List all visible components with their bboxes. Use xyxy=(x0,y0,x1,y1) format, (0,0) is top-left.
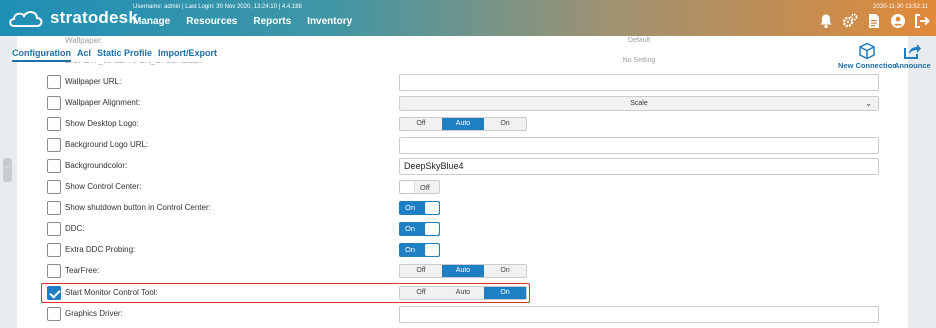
row-label: Background Logo URL: xyxy=(65,140,149,149)
toggle-knob xyxy=(425,202,439,214)
backgroundcolor-input[interactable]: DeepSkyBlue4 xyxy=(399,158,879,175)
setting-row-show-desktop-logo: Show Desktop Logo: Off Auto On xyxy=(47,116,879,134)
toggle-label: On xyxy=(405,224,416,233)
uploaded-value: No Setting xyxy=(622,57,656,64)
toggle-label: Off xyxy=(420,183,430,192)
row-label: Show shutdown button in Control Center: xyxy=(65,203,211,212)
segment-off[interactable]: Off xyxy=(400,265,442,277)
main-nav: Manage Resources Reports Inventory xyxy=(133,16,352,27)
user-info: Username: admin | Last Login: 30 Nov 202… xyxy=(133,4,302,10)
desktop-logo-segment: Off Auto On xyxy=(399,117,527,131)
row-checkbox[interactable] xyxy=(47,96,61,110)
ddc-toggle[interactable]: On xyxy=(399,222,440,236)
setting-row-shutdown-button: Show shutdown button in Control Center: … xyxy=(47,200,879,218)
config-tabs: Configuration Acl Static Profile Import/… xyxy=(12,48,224,62)
toggle-label: On xyxy=(405,203,416,212)
segment-auto[interactable]: Auto xyxy=(442,265,484,277)
scrollbar[interactable] xyxy=(908,36,936,328)
background-logo-url-input[interactable] xyxy=(399,137,879,154)
row-checkbox[interactable] xyxy=(47,75,61,89)
row-checkbox[interactable] xyxy=(47,138,61,152)
segment-off[interactable]: Off xyxy=(400,118,442,130)
row-label: Show Desktop Logo: xyxy=(65,119,139,128)
row-checkbox[interactable] xyxy=(47,180,61,194)
row-checkbox[interactable] xyxy=(47,243,61,257)
setting-row-backgroundcolor: Backgroundcolor: DeepSkyBlue4 xyxy=(47,158,879,176)
setting-row-background-logo-url: Background Logo URL: xyxy=(47,137,879,155)
announce-label: Announce xyxy=(894,61,931,70)
setting-row-show-control-center: Show Control Center: Off xyxy=(47,179,879,197)
nav-resources[interactable]: Resources xyxy=(186,16,237,27)
row-checkbox[interactable] xyxy=(47,201,61,215)
brand-name: stratodesk xyxy=(50,8,138,27)
nav-reports[interactable]: Reports xyxy=(253,16,291,27)
stratodesk-logo-icon xyxy=(9,11,43,27)
user-icon[interactable] xyxy=(890,13,906,29)
row-checkbox[interactable] xyxy=(47,222,61,236)
setting-row-graphics-driver: Graphics Driver: xyxy=(47,306,879,324)
control-center-toggle[interactable]: Off xyxy=(399,180,440,194)
row-label: Wallpaper Alignment: xyxy=(65,98,141,107)
segment-auto[interactable]: Auto xyxy=(442,118,484,130)
tab-import-export[interactable]: Import/Export xyxy=(158,48,217,62)
toggle-label: On xyxy=(405,245,416,254)
row-label: TearFree: xyxy=(65,266,100,275)
gears-icon[interactable] xyxy=(842,13,858,29)
row-label: DDC: xyxy=(65,224,85,233)
setting-row-wallpaper-alignment: Wallpaper Alignment: Scale ⌄ xyxy=(47,95,879,113)
segment-on[interactable]: On xyxy=(484,118,526,130)
graphics-driver-input[interactable] xyxy=(399,306,879,323)
header-icons xyxy=(818,13,930,29)
extra-ddc-probing-toggle[interactable]: On xyxy=(399,243,440,257)
logout-icon[interactable] xyxy=(914,13,930,29)
cube-icon xyxy=(859,42,876,60)
bell-icon[interactable] xyxy=(818,13,834,29)
toggle-knob xyxy=(425,223,439,235)
chevron-down-icon: ⌄ xyxy=(865,99,872,108)
segment-on[interactable]: On xyxy=(484,265,526,277)
setting-row-wallpaper-url: Wallpaper URL: xyxy=(47,74,879,92)
shutdown-button-toggle[interactable]: On xyxy=(399,201,440,215)
row-label: Graphics Driver: xyxy=(65,309,123,318)
new-connection-label: New Connection xyxy=(838,61,897,70)
setting-row-ddc: DDC: On xyxy=(47,221,879,239)
new-connection-button[interactable]: New Connection xyxy=(838,42,897,70)
toggle-knob xyxy=(425,244,439,256)
wallpaper-url-input[interactable] xyxy=(399,74,879,91)
wallpaper-value: Default xyxy=(627,37,651,44)
wallpaper-alignment-select[interactable]: Scale ⌄ xyxy=(399,96,879,111)
tearfree-segment: Off Auto On xyxy=(399,264,527,278)
left-gutter xyxy=(0,36,17,328)
setting-row-extra-ddc-probing: Extra DDC Probing: On xyxy=(47,242,879,260)
document-icon[interactable] xyxy=(866,13,882,29)
tab-configuration[interactable]: Configuration xyxy=(12,48,71,62)
nav-inventory[interactable]: Inventory xyxy=(307,16,352,27)
row-label: Backgroundcolor: xyxy=(65,161,128,170)
row-checkbox[interactable] xyxy=(47,307,61,321)
select-value: Scale xyxy=(630,100,648,107)
highlight-box xyxy=(41,283,530,303)
tab-static-profile[interactable]: Static Profile xyxy=(97,48,152,62)
toggle-knob xyxy=(400,181,414,193)
row-label: Extra DDC Probing: xyxy=(65,245,136,254)
row-label: Show Control Center: xyxy=(65,182,142,191)
row-checkbox[interactable] xyxy=(47,264,61,278)
server-datetime: 2020-11-30 13:52:11 xyxy=(873,4,928,10)
row-checkbox[interactable] xyxy=(47,159,61,173)
row-checkbox[interactable] xyxy=(47,117,61,131)
row-label: Wallpaper URL: xyxy=(65,77,122,86)
wallpaper-label: Wallpaper: xyxy=(65,36,103,45)
tab-acl[interactable]: Acl xyxy=(77,48,91,62)
announce-button[interactable]: Announce xyxy=(894,42,931,70)
sidebar-toggle-handle[interactable] xyxy=(3,158,12,182)
nav-manage[interactable]: Manage xyxy=(133,16,170,27)
setting-row-tearfree: TearFree: Off Auto On xyxy=(47,263,879,281)
share-icon xyxy=(904,44,922,59)
top-header: stratodesk Username: admin | Last Login:… xyxy=(0,0,936,36)
